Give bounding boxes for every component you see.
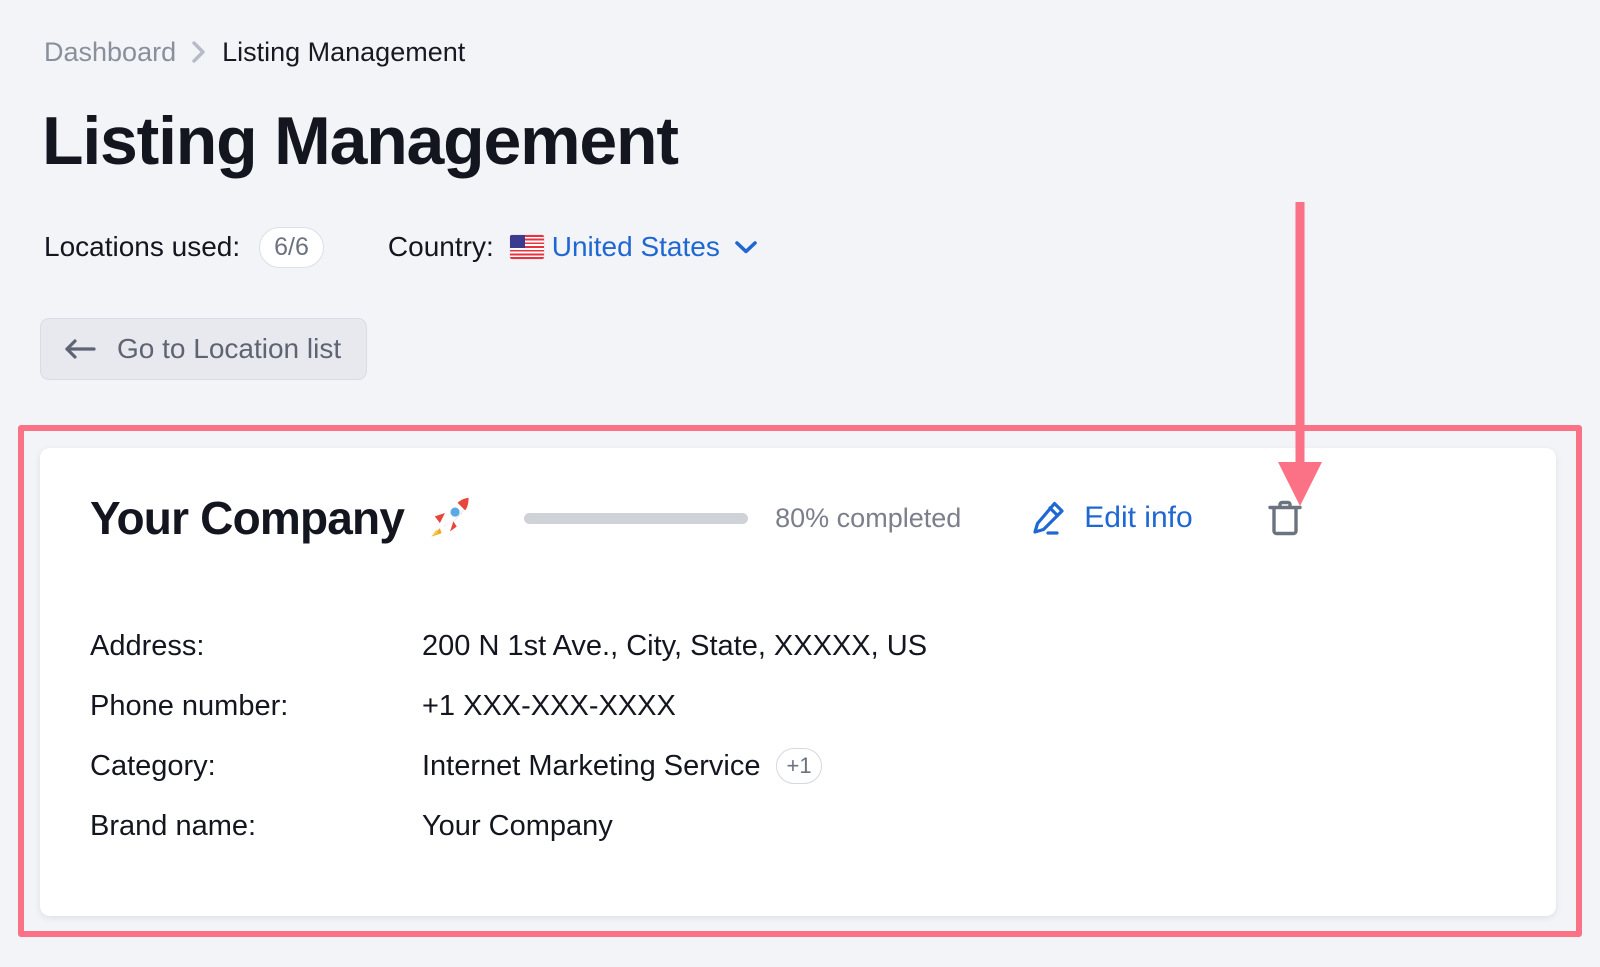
completion-progress-bar xyxy=(524,512,749,524)
table-row: Address: 200 N 1st Ave., City, State, XX… xyxy=(90,616,1390,676)
completion-progress-label: 80% completed xyxy=(775,502,962,533)
detail-value-text: Internet Marketing Service xyxy=(422,750,761,782)
table-row: Phone number: +1 XXX-XXX-XXXX xyxy=(90,676,1390,736)
detail-value: Internet Marketing Service +1 xyxy=(422,736,822,796)
country-label: Country: xyxy=(387,231,494,262)
table-row: Category: Internet Marketing Service +1 xyxy=(90,736,1390,796)
page-meta-row: Locations used: 6/6 Country: United Stat… xyxy=(44,222,759,272)
country-value[interactable]: United States xyxy=(552,231,720,263)
edit-info-button[interactable]: Edit info xyxy=(1029,499,1193,537)
go-to-location-list-label: Go to Location list xyxy=(117,333,342,364)
detail-label: Address: xyxy=(90,630,205,662)
breadcrumb-item-dashboard[interactable]: Dashboard xyxy=(44,34,176,70)
delete-listing-button[interactable] xyxy=(1265,496,1305,540)
go-to-location-list-button[interactable]: Go to Location list xyxy=(40,318,368,380)
category-overflow-badge[interactable]: +1 xyxy=(776,748,822,784)
detail-label: Category: xyxy=(90,750,216,782)
us-flag-icon xyxy=(509,235,544,259)
detail-value-text: 200 N 1st Ave., City, State, XXXXX, US xyxy=(422,630,928,662)
country-selector[interactable]: Country: United States xyxy=(388,222,759,272)
listing-card-header: Your Company 80% completed Edit info xyxy=(40,484,1556,552)
listing-detail-list: Address: 200 N 1st Ave., City, State, XX… xyxy=(90,616,1390,856)
pencil-icon xyxy=(1029,499,1067,537)
locations-used-label: Locations used: xyxy=(44,231,241,262)
detail-value-text: +1 XXX-XXX-XXXX xyxy=(422,690,676,722)
edit-info-label: Edit info xyxy=(1084,501,1193,534)
chevron-right-icon xyxy=(190,39,208,65)
company-name: Your Company xyxy=(90,492,405,544)
detail-value: +1 XXX-XXX-XXXX xyxy=(422,676,676,736)
breadcrumb: Dashboard Listing Management xyxy=(44,34,465,70)
detail-value-text: Your Company xyxy=(422,810,613,842)
detail-label: Brand name: xyxy=(90,810,257,842)
detail-value: Your Company xyxy=(422,796,613,856)
table-row: Brand name: Your Company xyxy=(90,796,1390,856)
page-title: Listing Management xyxy=(42,103,679,179)
chevron-down-icon[interactable] xyxy=(733,238,759,256)
locations-used-badge: 6/6 xyxy=(259,226,324,268)
detail-value: 200 N 1st Ave., City, State, XXXXX, US xyxy=(422,616,927,676)
breadcrumb-item-current: Listing Management xyxy=(222,37,466,67)
detail-label: Phone number: xyxy=(90,690,289,722)
trash-icon xyxy=(1267,498,1303,538)
arrow-left-icon xyxy=(63,337,97,361)
rocket-icon xyxy=(422,490,478,546)
listing-card: Your Company 80% completed Edit info Add… xyxy=(40,448,1556,916)
